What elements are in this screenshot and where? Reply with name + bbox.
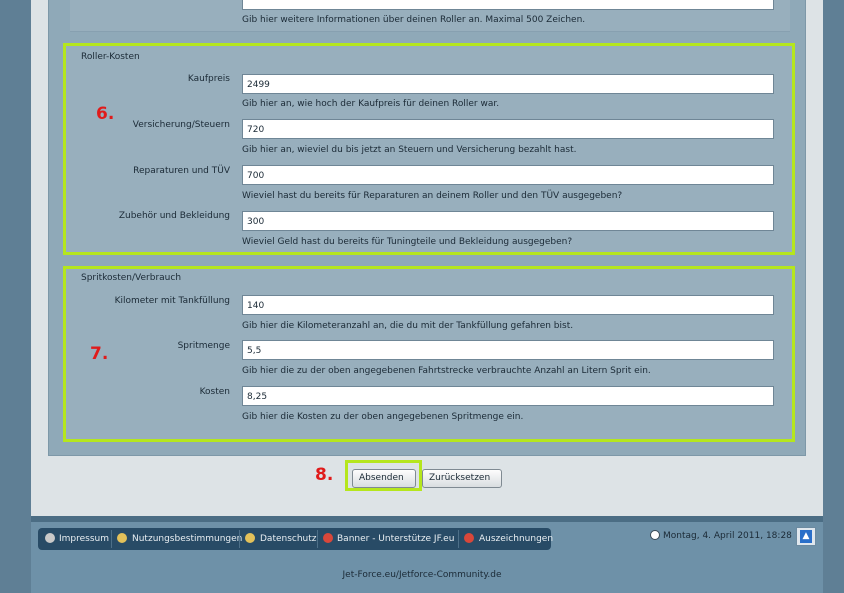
nav-impressum[interactable]: Impressum — [59, 534, 109, 544]
nav-auszeichnungen[interactable]: Auszeichnungen — [479, 534, 553, 544]
kaufpreis-input[interactable]: 2499 — [242, 74, 774, 94]
kilometer-hint: Gib hier die Kilometeranzahl an, die du … — [242, 321, 574, 331]
zubehoer-label: Zubehör und Bekleidung — [118, 211, 230, 221]
kosten-hint: Gib hier die Kosten zu der oben angegebe… — [242, 412, 524, 422]
privacy-icon — [245, 533, 255, 543]
nav-divider — [317, 530, 318, 548]
kilometer-input[interactable]: 140 — [242, 295, 774, 315]
description-textarea[interactable] — [242, 0, 774, 10]
reparaturen-input[interactable]: 700 — [242, 165, 774, 185]
reparaturen-hint: Wieviel hast du bereits für Reparaturen … — [242, 191, 623, 201]
spritmenge-input[interactable]: 5,5 — [242, 340, 774, 360]
nav-divider — [111, 530, 112, 548]
nav-datenschutz[interactable]: Datenschutz — [260, 534, 317, 544]
zubehoer-hint: Wieviel Geld hast du bereits für Tuningt… — [242, 237, 573, 247]
kaufpreis-hint: Gib hier an, wie hoch der Kaufpreis für … — [242, 99, 500, 109]
nav-banner[interactable]: Banner - Unterstütze JF.eu — [337, 534, 454, 544]
versicherung-input[interactable]: 720 — [242, 119, 774, 139]
nav-divider — [458, 530, 459, 548]
annotation-6: 6. — [96, 104, 115, 124]
kaufpreis-label: Kaufpreis — [187, 74, 230, 84]
zubehoer-input[interactable]: 300 — [242, 211, 774, 231]
description-hint: Gib hier weitere Informationen über dein… — [242, 15, 586, 25]
kosten-input[interactable]: 8,25 — [242, 386, 774, 406]
nav-nutzungsbestimmungen[interactable]: Nutzungsbestimmungen — [132, 534, 242, 544]
reparaturen-label: Reparaturen und TÜV — [133, 166, 230, 176]
sprit-legend: Spritkosten/Verbrauch — [81, 273, 182, 283]
submit-button[interactable]: Absenden — [352, 469, 416, 488]
document-icon — [117, 533, 127, 543]
versicherung-label: Versicherung/Steuern — [132, 120, 230, 130]
footer-date: Montag, 4. April 2011, 18:28 — [663, 531, 792, 541]
nav-divider — [239, 530, 240, 548]
clock-icon — [650, 530, 660, 540]
copyright: Jet-Force.eu/Jetforce-Community.de — [342, 570, 502, 580]
roller-kosten-legend: Roller-Kosten — [81, 52, 140, 62]
spritmenge-label: Spritmenge — [177, 341, 230, 351]
versicherung-hint: Gib hier an, wieviel du bis jetzt an Ste… — [242, 145, 577, 155]
arrow-up-icon: ▲ — [800, 530, 812, 543]
scroll-top-button[interactable]: ▲ — [796, 527, 816, 546]
info-icon — [45, 533, 55, 543]
spritmenge-hint: Gib hier die zu der oben angegebenen Fah… — [242, 366, 651, 376]
annotation-7: 7. — [90, 344, 109, 364]
reset-button[interactable]: Zurücksetzen — [422, 469, 502, 488]
kilometer-label: Kilometer mit Tankfüllung — [114, 296, 230, 306]
kosten-label: Kosten — [199, 387, 230, 397]
annotation-8: 8. — [315, 465, 334, 485]
award-icon — [464, 533, 474, 543]
footer-bar — [31, 516, 823, 522]
medal-icon — [323, 533, 333, 543]
